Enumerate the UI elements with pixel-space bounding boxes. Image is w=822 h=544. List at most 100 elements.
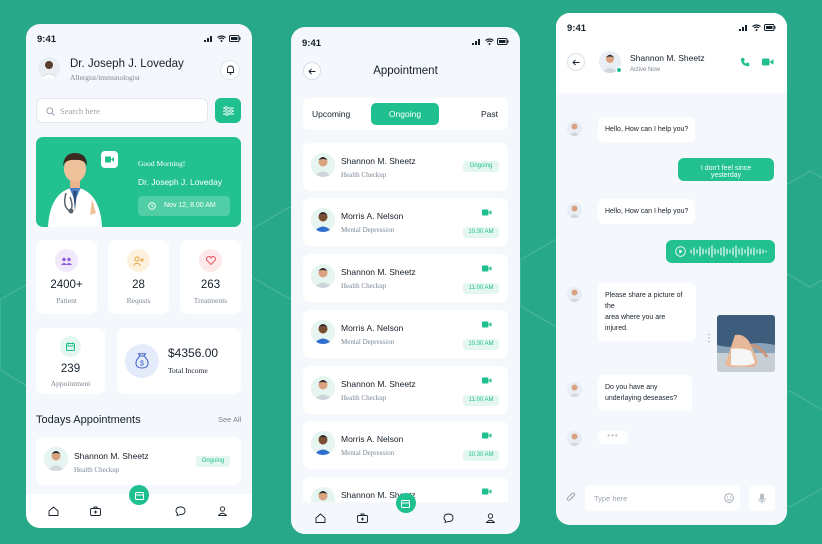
emoji-icon[interactable]	[724, 493, 734, 503]
voice-record-button[interactable]	[749, 485, 775, 511]
message-input[interactable]: Type here	[585, 485, 740, 511]
medical-kit-icon[interactable]	[90, 506, 101, 516]
stat-value: 2400+	[50, 279, 83, 291]
notification-button[interactable]	[220, 60, 240, 80]
banner-greeting: Good Morning!	[138, 159, 186, 168]
see-all-link[interactable]: See All	[218, 415, 241, 424]
status-badge: Ongoing	[196, 456, 230, 467]
home-icon[interactable]	[315, 513, 326, 523]
phone-icon[interactable]	[740, 57, 750, 67]
typing-indicator: •••	[598, 431, 628, 444]
profile-icon[interactable]	[218, 506, 227, 516]
appointment-count: 239	[60, 363, 81, 375]
search-input[interactable]: Search here	[36, 98, 208, 123]
play-icon[interactable]	[675, 246, 686, 257]
patient-name: Shannon M. Sheetz	[341, 156, 416, 166]
filter-icon	[222, 105, 234, 116]
message-line: Please share a picture of the	[605, 292, 683, 310]
attachment-icon[interactable]	[566, 492, 576, 503]
appointment-item[interactable]: Morris A. Nelson Mental Depression 10.30 A…	[303, 310, 508, 358]
contact-name: Shannon M. Sheetz	[630, 53, 705, 63]
home-icon[interactable]	[48, 506, 59, 516]
time-badge: 10.30 AM	[463, 450, 499, 461]
video-call-button[interactable]	[480, 429, 494, 441]
calendar-nav-button[interactable]	[395, 493, 416, 513]
stat-card-treatments[interactable]: 263 Treatments	[180, 240, 241, 314]
video-call-button[interactable]	[480, 374, 494, 386]
income-card[interactable]: $ $4356.00 Total Income	[117, 328, 241, 394]
patient-avatar	[311, 376, 335, 400]
status-time: 9:41	[37, 34, 57, 45]
time-badge: 11.00 AM	[463, 283, 499, 294]
calendar-nav-button[interactable]	[129, 485, 149, 505]
status-badge: Ongoing	[463, 161, 499, 172]
appointment-stat-card[interactable]: 239 Appointment	[36, 328, 105, 394]
voice-message[interactable]	[666, 240, 775, 263]
injury-photo[interactable]	[717, 315, 775, 372]
video-call-button[interactable]	[480, 206, 494, 218]
svg-text:$: $	[140, 361, 144, 368]
appointment-screen: 9:41 Appointment Upcoming Ongoing Past S…	[291, 27, 520, 534]
wifi-icon	[752, 24, 761, 31]
todays-appointments-title: Todays Appointments	[36, 414, 141, 426]
stat-value: 28	[132, 279, 145, 291]
appointment-item[interactable]: Morris A. Nelson Mental Depression 10.30 A…	[303, 198, 508, 246]
bottom-navigation	[26, 485, 252, 528]
message-placeholder: Type here	[594, 494, 628, 503]
message-incoming: Please share a picture of the area where…	[598, 283, 696, 341]
time-badge: 10.30 AM	[463, 339, 499, 350]
signal-icon	[739, 25, 747, 31]
bottom-navigation	[291, 493, 520, 534]
patient-name: Morris A. Nelson	[341, 211, 404, 221]
tab-past[interactable]: Past	[481, 109, 498, 119]
tab-upcoming[interactable]: Upcoming	[312, 109, 350, 119]
appointment-item[interactable]: Shannon M. Sheetz Health Checkup 11.00 AM	[303, 254, 508, 302]
back-button[interactable]	[567, 53, 585, 71]
filter-button[interactable]	[215, 98, 241, 123]
chat-icon[interactable]	[175, 506, 186, 516]
video-icon[interactable]	[762, 58, 774, 66]
doctor-avatar[interactable]	[38, 57, 60, 79]
search-icon	[46, 107, 55, 116]
banner-date-chip: Nov 12, 8.00 AM	[138, 196, 230, 216]
doctor-name: Dr. Joseph J. Loveday	[70, 58, 184, 70]
appointment-item[interactable]: Shannon M. Sheetz Health Checkup 11.00 AM	[303, 366, 508, 414]
battery-icon	[229, 35, 241, 42]
banner-name: Dr. Joseph J. Loveday	[138, 177, 223, 187]
stat-card-patient[interactable]: 2400+ Patient	[36, 240, 97, 314]
todays-appointment-item[interactable]: Shannon M. Sheetz Health Checkup Ongoing	[36, 437, 241, 485]
doctor-title: Allergist/immunologist	[70, 73, 140, 82]
time-badge: 11.00 AM	[463, 395, 499, 406]
video-call-button[interactable]	[480, 262, 494, 274]
message-composer: Type here	[556, 475, 787, 525]
message-incoming: Do you have any underlaying deseases?	[598, 375, 692, 411]
chat-icon[interactable]	[443, 513, 454, 523]
patient-reason: Health Checkup	[341, 171, 387, 179]
medical-kit-icon[interactable]	[357, 513, 368, 523]
more-options-icon[interactable]: ⋮	[704, 334, 714, 344]
patient-reason: Mental Depression	[341, 338, 395, 346]
video-call-icon[interactable]	[101, 151, 118, 168]
video-call-button[interactable]	[480, 485, 494, 497]
patient-avatar	[311, 153, 335, 177]
signal-icon	[204, 36, 212, 42]
appointment-item[interactable]: Morris A. Nelson Mental Depression 10.30 A…	[303, 421, 508, 469]
contact-status: Active Now	[630, 67, 661, 73]
wifi-icon	[485, 38, 494, 45]
online-indicator	[616, 67, 622, 73]
bell-icon	[226, 65, 234, 75]
video-icon	[482, 432, 492, 438]
appointment-item[interactable]: Shannon M. Sheetz Health Checkup Ongoing	[303, 143, 508, 191]
video-call-button[interactable]	[480, 318, 494, 330]
user-plus-icon	[127, 249, 150, 272]
patient-avatar	[311, 208, 335, 232]
patient-reason: Mental Depression	[341, 226, 395, 234]
dashboard-screen: 9:41 Dr. Joseph J. Loveday Allergist/imm…	[26, 24, 252, 528]
sender-avatar	[567, 203, 582, 218]
stat-card-requests[interactable]: 28 Requsts	[108, 240, 169, 314]
status-time: 9:41	[302, 38, 322, 49]
status-bar: 9:41	[567, 23, 776, 35]
profile-icon[interactable]	[486, 513, 495, 523]
tab-ongoing[interactable]: Ongoing	[371, 103, 439, 125]
video-icon	[482, 377, 492, 383]
